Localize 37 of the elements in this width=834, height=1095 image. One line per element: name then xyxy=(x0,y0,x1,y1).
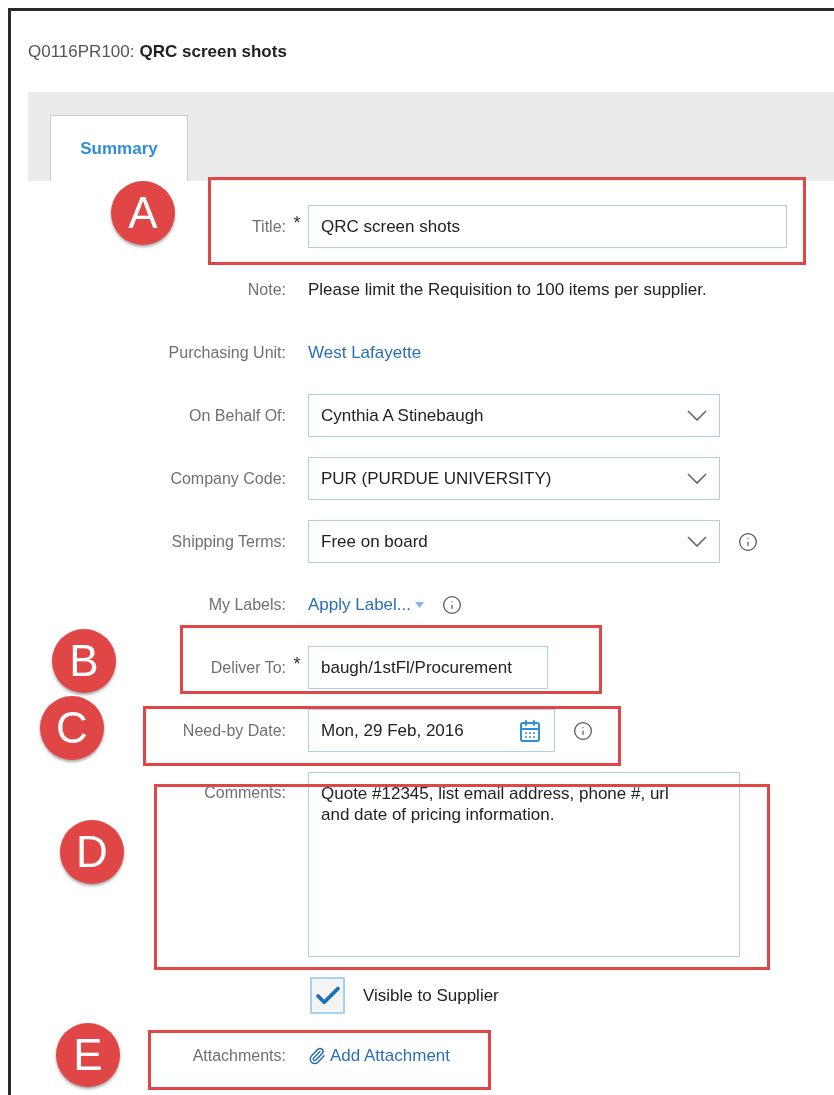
requisition-title: QRC screen shots xyxy=(139,41,287,62)
field-label: Title: xyxy=(251,217,286,236)
purchasing-unit-link[interactable]: West Lafayette xyxy=(308,342,422,363)
chevron-icon xyxy=(687,473,707,484)
checkbox-label: Visible to Supplier xyxy=(363,985,499,1006)
field-label: Deliver To: xyxy=(210,658,286,677)
required-marker: * xyxy=(293,213,301,234)
paperclip-icon xyxy=(308,1046,326,1065)
calendar-icon[interactable] xyxy=(518,718,542,743)
info-icon[interactable] xyxy=(738,531,758,552)
note-text: Please limit the Requisition to 100 items per supplier. xyxy=(308,279,707,300)
chevron-icon xyxy=(687,410,707,421)
required-marker: * xyxy=(293,654,301,675)
requisition-id: Q0116PR100: xyxy=(28,41,135,62)
caret-icon xyxy=(415,601,424,608)
checkbox[interactable] xyxy=(310,977,345,1014)
apply-label-link[interactable]: Apply Label... xyxy=(308,594,424,615)
comments-field[interactable]: Quote #12345, list email address, phone #, url and date of pricing information. xyxy=(308,772,740,957)
field-label: Purchasing Unit: xyxy=(168,343,286,362)
info-icon[interactable] xyxy=(573,720,593,741)
info-icon[interactable] xyxy=(442,594,462,615)
field-label: Note: xyxy=(247,280,286,299)
dropdown-field[interactable]: PUR (PURDUE UNIVERSITY) xyxy=(308,457,720,500)
dropdown-field[interactable]: Free on board xyxy=(308,520,720,563)
field-label: On Behalf Of: xyxy=(189,406,286,425)
field-label: Company Code: xyxy=(170,469,286,488)
chevron-icon xyxy=(687,536,707,547)
date-field[interactable]: Mon, 29 Feb, 2016 xyxy=(308,709,555,752)
add-attachment-link[interactable]: Add Attachment xyxy=(308,1045,451,1066)
input-field[interactable]: QRC screen shots xyxy=(308,205,787,248)
field-label: Need-by Date: xyxy=(182,721,286,740)
field-label: Comments: xyxy=(204,784,286,802)
input-field[interactable]: baugh/1stFl/Procurement xyxy=(308,646,548,689)
field-label: Shipping Terms: xyxy=(171,532,286,551)
dropdown-field[interactable]: Cynthia A Stinebaugh xyxy=(308,394,720,437)
field-label: My Labels: xyxy=(208,595,286,614)
field-label: Attachments: xyxy=(192,1046,286,1065)
